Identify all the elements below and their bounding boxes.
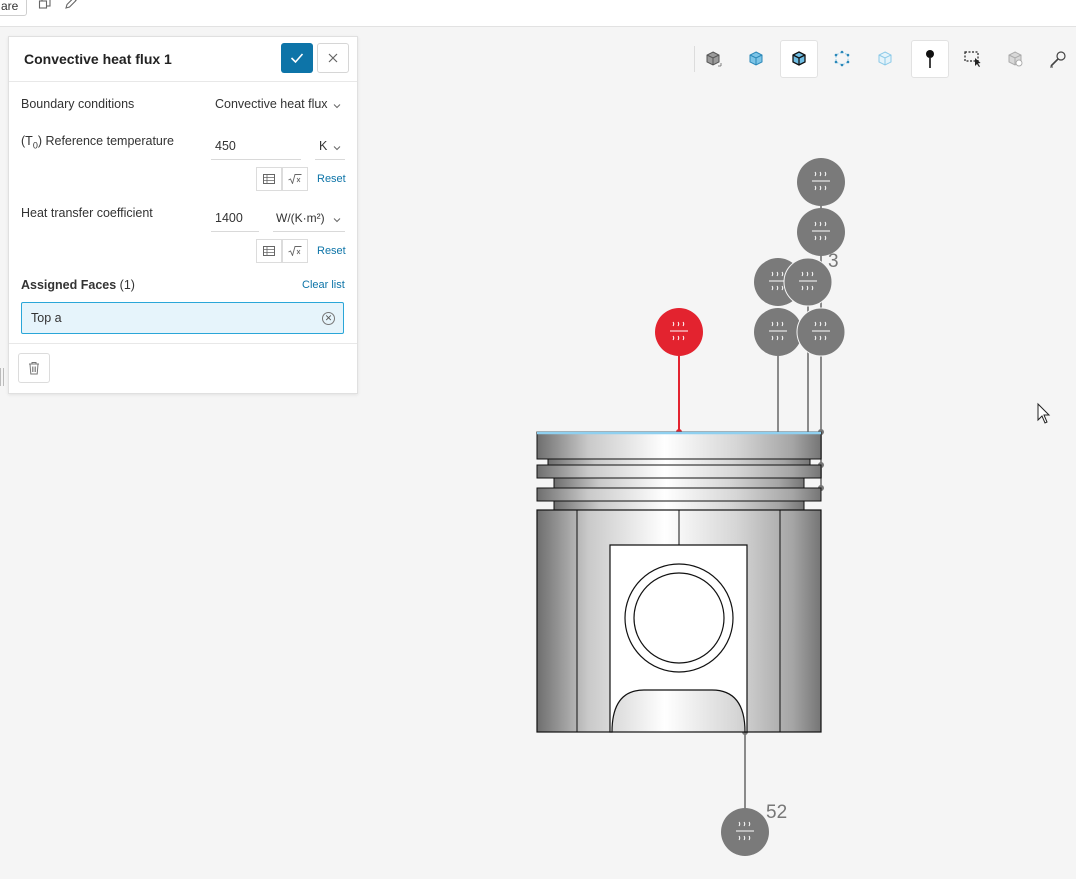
marker-bottom-count: 52 [766, 802, 787, 823]
piston-model[interactable]: 3 52 [0, 0, 1076, 879]
marker-group-count: 3 [828, 251, 839, 272]
heat-flux-marker[interactable] [797, 158, 845, 206]
heat-flux-marker[interactable] [721, 808, 769, 856]
heat-flux-marker[interactable] [796, 307, 846, 357]
heat-flux-marker[interactable] [754, 308, 802, 356]
heat-flux-marker-selected[interactable] [655, 308, 703, 356]
heat-flux-marker[interactable] [783, 257, 833, 307]
cursor-icon [1037, 402, 1051, 424]
piston-body[interactable] [536, 431, 822, 733]
heat-flux-marker[interactable] [797, 208, 845, 256]
